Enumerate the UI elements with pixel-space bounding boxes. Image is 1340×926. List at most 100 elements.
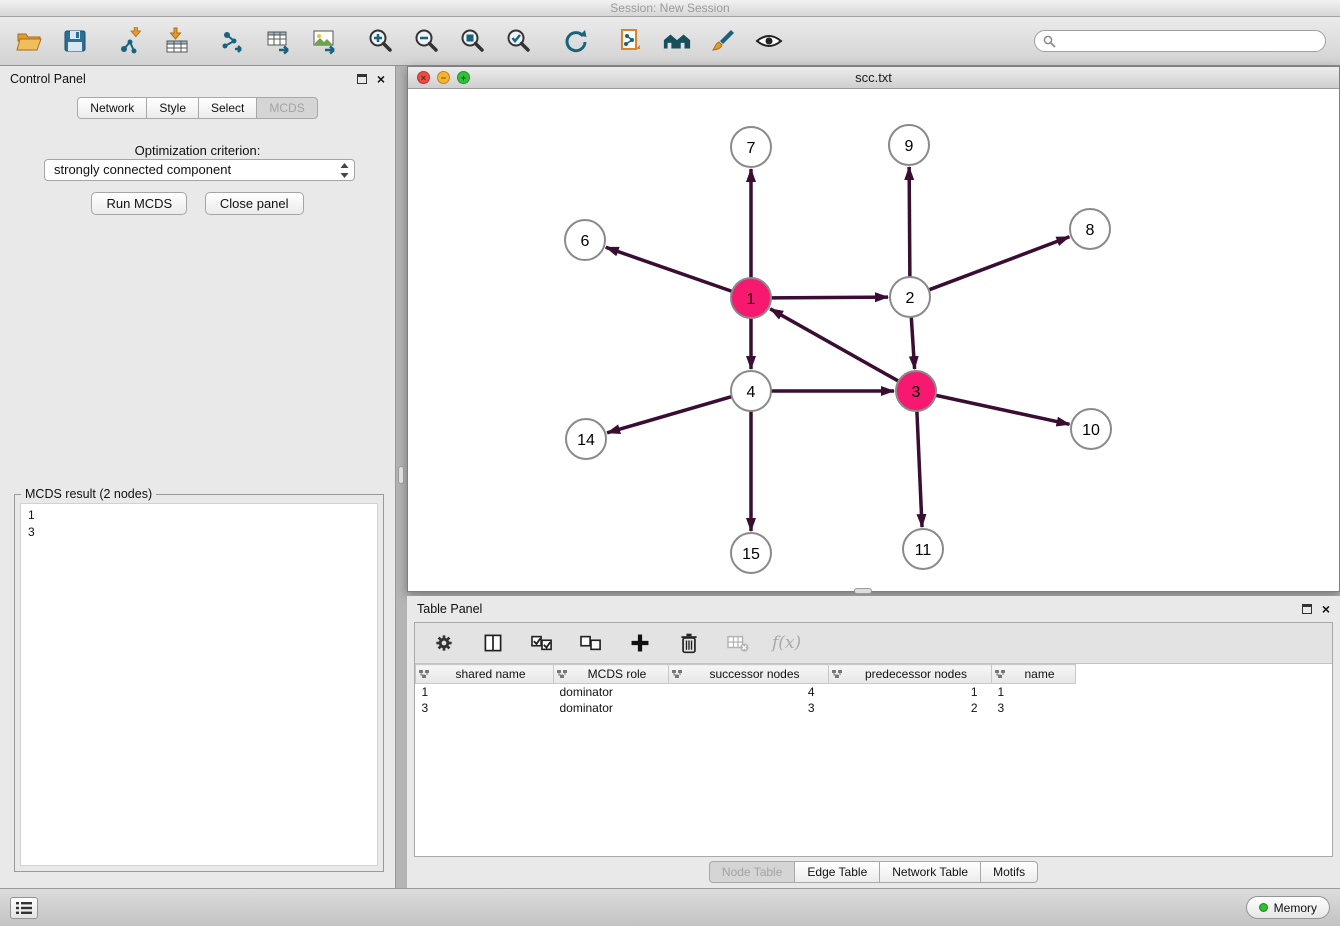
table-cell[interactable]: 3 bbox=[992, 700, 1076, 716]
import-table-icon[interactable] bbox=[162, 26, 192, 56]
node-4[interactable]: 4 bbox=[731, 371, 771, 411]
clone-network-icon[interactable] bbox=[616, 26, 646, 56]
tab-node-table[interactable]: Node Table bbox=[709, 861, 796, 883]
column-header-predecessor-nodes[interactable]: predecessor nodes bbox=[829, 665, 992, 684]
edge-1-2[interactable] bbox=[771, 297, 888, 298]
delete-rows-trash-icon[interactable] bbox=[674, 628, 704, 658]
edge-2-8[interactable] bbox=[929, 237, 1070, 290]
edge-3-1[interactable] bbox=[770, 309, 898, 381]
export-network-icon[interactable] bbox=[218, 26, 248, 56]
search-icon bbox=[1043, 35, 1056, 48]
open-session-icon[interactable] bbox=[14, 26, 44, 56]
node-11[interactable]: 11 bbox=[903, 529, 943, 569]
edge-2-9[interactable] bbox=[909, 167, 910, 277]
table-cell[interactable]: 2 bbox=[829, 700, 992, 716]
window-minimize-icon[interactable]: − bbox=[437, 71, 450, 84]
svg-text:15: 15 bbox=[742, 546, 760, 563]
table-cell-filler bbox=[1076, 684, 1333, 700]
node-6[interactable]: 6 bbox=[565, 220, 605, 260]
node-8[interactable]: 8 bbox=[1070, 209, 1110, 249]
table-cell[interactable]: 3 bbox=[416, 700, 554, 716]
show-hide-details-eye-icon[interactable] bbox=[754, 26, 784, 56]
optimization-criterion-select[interactable]: strongly connected component bbox=[44, 159, 355, 181]
select-all-rows-icon[interactable] bbox=[527, 628, 557, 658]
table-cell[interactable]: dominator bbox=[554, 700, 669, 716]
network-view-window: × − + scc.txt 7 9 6 8 1 2 4 3 14 10 15 11 bbox=[407, 66, 1340, 592]
table-cell-filler bbox=[1076, 700, 1333, 716]
node-table-area[interactable]: shared name MCDS role successor nodes pr… bbox=[415, 663, 1332, 856]
table-cell[interactable]: dominator bbox=[554, 684, 669, 700]
tab-network[interactable]: Network bbox=[77, 97, 147, 119]
deselect-all-rows-icon[interactable] bbox=[576, 628, 606, 658]
apply-style-brush-icon[interactable] bbox=[708, 26, 738, 56]
zoom-in-icon[interactable] bbox=[366, 26, 396, 56]
tab-edge-table[interactable]: Edge Table bbox=[794, 861, 880, 883]
zoom-fit-icon[interactable] bbox=[458, 26, 488, 56]
node-15[interactable]: 15 bbox=[731, 533, 771, 573]
network-graph[interactable]: 7 9 6 8 1 2 4 3 14 10 15 11 bbox=[408, 89, 1339, 591]
mcds-result-body[interactable]: 1 3 bbox=[20, 503, 378, 866]
edge-1-6[interactable] bbox=[606, 247, 732, 291]
node-3[interactable]: 3 bbox=[896, 371, 936, 411]
tab-select[interactable]: Select bbox=[198, 97, 257, 119]
column-header-successor-nodes[interactable]: successor nodes bbox=[669, 665, 829, 684]
task-history-button[interactable] bbox=[10, 897, 38, 919]
tab-motifs[interactable]: Motifs bbox=[980, 861, 1038, 883]
edge-3-11[interactable] bbox=[917, 411, 922, 527]
export-image-icon[interactable] bbox=[310, 26, 340, 56]
show-columns-icon[interactable] bbox=[478, 628, 508, 658]
panel-splitter-vertical[interactable] bbox=[398, 466, 404, 484]
node-7[interactable]: 7 bbox=[731, 127, 771, 167]
export-table-icon[interactable] bbox=[264, 26, 294, 56]
network-canvas[interactable]: 7 9 6 8 1 2 4 3 14 10 15 11 bbox=[408, 89, 1339, 591]
main-toolbar bbox=[0, 17, 1340, 66]
edge-2-3[interactable] bbox=[911, 317, 914, 369]
import-network-icon[interactable] bbox=[116, 26, 146, 56]
apply-layout-icon[interactable] bbox=[560, 26, 590, 56]
table-cell[interactable]: 1 bbox=[992, 684, 1076, 700]
node-2[interactable]: 2 bbox=[890, 277, 930, 317]
table-options-gear-icon[interactable] bbox=[429, 628, 459, 658]
svg-text:10: 10 bbox=[1082, 422, 1100, 439]
optimization-criterion-label: Optimization criterion: bbox=[0, 143, 395, 158]
node-9[interactable]: 9 bbox=[889, 125, 929, 165]
table-row[interactable]: 3dominator323 bbox=[416, 700, 1333, 716]
add-row-icon[interactable] bbox=[625, 628, 655, 658]
table-row[interactable]: 1dominator411 bbox=[416, 684, 1333, 700]
close-table-panel-icon[interactable]: × bbox=[1322, 604, 1330, 614]
edge-3-10[interactable] bbox=[936, 395, 1070, 424]
window-close-icon[interactable]: × bbox=[417, 71, 430, 84]
column-header-shared-name[interactable]: shared name bbox=[416, 665, 554, 684]
float-table-panel-icon[interactable] bbox=[1302, 604, 1312, 614]
float-panel-icon[interactable] bbox=[357, 74, 367, 84]
zoom-selected-icon[interactable] bbox=[504, 26, 534, 56]
save-session-icon[interactable] bbox=[60, 26, 90, 56]
tab-network-table[interactable]: Network Table bbox=[879, 861, 981, 883]
table-cell[interactable]: 4 bbox=[669, 684, 829, 700]
edge-4-14[interactable] bbox=[607, 397, 732, 433]
column-header-filler bbox=[1076, 665, 1333, 684]
function-builder-fx-icon[interactable]: f(x) bbox=[772, 633, 801, 653]
delete-table-icon[interactable] bbox=[723, 628, 753, 658]
panel-splitter-horizontal[interactable] bbox=[854, 588, 872, 594]
zoom-out-icon[interactable] bbox=[412, 26, 442, 56]
tab-mcds[interactable]: MCDS bbox=[256, 97, 317, 119]
column-header-name[interactable]: name bbox=[992, 665, 1076, 684]
tab-style[interactable]: Style bbox=[146, 97, 199, 119]
close-panel-icon[interactable]: × bbox=[377, 74, 385, 84]
node-10[interactable]: 10 bbox=[1071, 409, 1111, 449]
table-cell[interactable]: 1 bbox=[416, 684, 554, 700]
node-1[interactable]: 1 bbox=[731, 278, 771, 318]
window-zoom-icon[interactable]: + bbox=[457, 71, 470, 84]
table-cell[interactable]: 1 bbox=[829, 684, 992, 700]
table-cell[interactable]: 3 bbox=[669, 700, 829, 716]
network-overview-home-icon[interactable] bbox=[662, 26, 692, 56]
node-14[interactable]: 14 bbox=[566, 419, 606, 459]
close-panel-button[interactable]: Close panel bbox=[205, 192, 304, 215]
svg-text:11: 11 bbox=[915, 542, 932, 559]
column-header-mcds-role[interactable]: MCDS role bbox=[554, 665, 669, 684]
search-input[interactable] bbox=[1034, 30, 1326, 52]
memory-button[interactable]: Memory bbox=[1246, 896, 1330, 919]
network-window-titlebar[interactable]: × − + scc.txt bbox=[408, 67, 1339, 89]
run-mcds-button[interactable]: Run MCDS bbox=[91, 192, 187, 215]
